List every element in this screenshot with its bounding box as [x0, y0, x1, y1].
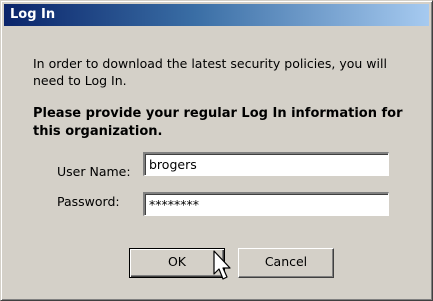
- instruction-message: Please provide your regular Log In infor…: [33, 106, 403, 139]
- username-label: User Name:: [57, 164, 131, 179]
- username-field[interactable]: [143, 152, 389, 176]
- ok-button[interactable]: OK: [129, 248, 225, 278]
- dialog-title: Log In: [10, 7, 56, 22]
- info-message: In order to download the latest security…: [33, 56, 387, 88]
- arrow-cursor-icon: [213, 250, 231, 280]
- title-bar[interactable]: Log In: [4, 4, 429, 26]
- cancel-button[interactable]: Cancel: [238, 248, 334, 278]
- password-field[interactable]: [143, 192, 389, 216]
- password-label: Password:: [57, 194, 120, 209]
